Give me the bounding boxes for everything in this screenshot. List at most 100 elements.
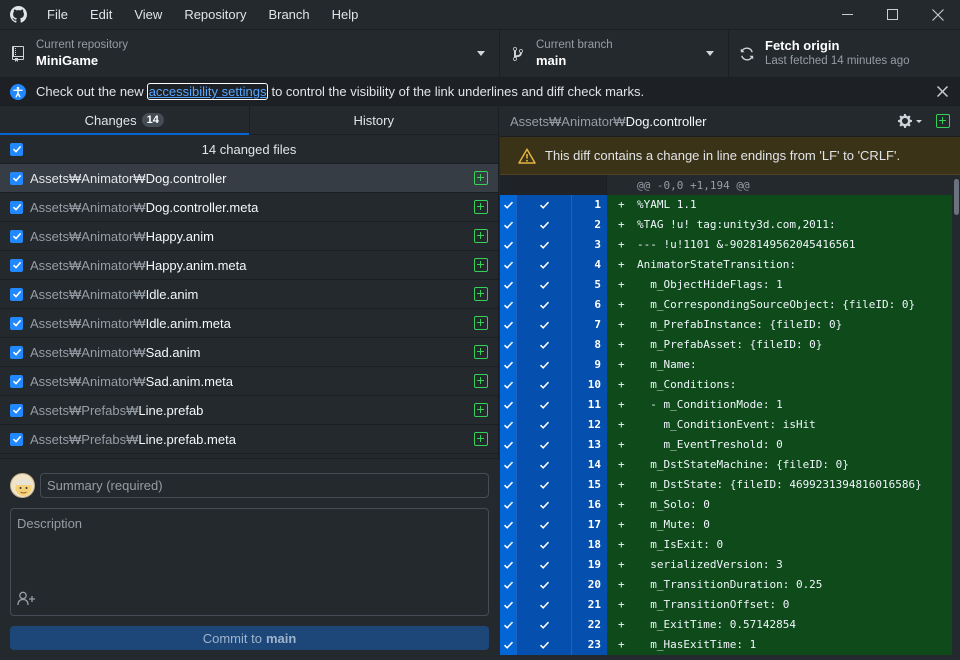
line-include-check[interactable] (516, 555, 571, 575)
menu-file[interactable]: File (36, 0, 79, 29)
line-include-check[interactable] (516, 295, 571, 315)
select-all-checkbox[interactable] (10, 142, 23, 156)
line-select-check[interactable] (500, 315, 516, 335)
line-include-check[interactable] (516, 475, 571, 495)
line-include-check[interactable] (516, 455, 571, 475)
line-select-check[interactable] (500, 455, 516, 475)
file-list-item[interactable]: Assets₩Animator₩Sad.anim.meta (0, 367, 498, 396)
line-include-check[interactable] (516, 315, 571, 335)
diff-line[interactable]: 12 + m_ConditionEvent: isHit (500, 415, 952, 435)
minimize-button[interactable] (825, 0, 870, 29)
line-select-check[interactable] (500, 435, 516, 455)
line-include-check[interactable] (516, 615, 571, 635)
commit-description-input[interactable]: Description (10, 508, 489, 616)
diff-line[interactable]: 17 + m_Mute: 0 (500, 515, 952, 535)
diff-line[interactable]: 10 + m_Conditions: (500, 375, 952, 395)
line-select-check[interactable] (500, 495, 516, 515)
line-include-check[interactable] (516, 215, 571, 235)
line-select-check[interactable] (500, 615, 516, 635)
diff-line[interactable]: 16 + m_Solo: 0 (500, 495, 952, 515)
diff-line[interactable]: 23 + m_HasExitTime: 1 (500, 635, 952, 655)
diff-scrollbar[interactable] (952, 175, 960, 660)
file-list-item[interactable]: Assets₩Prefabs₩Line.prefab.meta (0, 425, 498, 454)
file-list-item[interactable]: Assets₩Prefabs₩Line.prefab (0, 396, 498, 425)
scrollbar-thumb[interactable] (954, 179, 959, 215)
line-select-check[interactable] (500, 295, 516, 315)
line-include-check[interactable] (516, 435, 571, 455)
commit-summary-input[interactable]: Summary (required) (40, 473, 489, 498)
line-select-check[interactable] (500, 635, 516, 655)
line-include-check[interactable] (516, 635, 571, 655)
diff-line[interactable]: 20 + m_TransitionDuration: 0.25 (500, 575, 952, 595)
line-select-check[interactable] (500, 475, 516, 495)
line-select-check[interactable] (500, 575, 516, 595)
diff-line[interactable]: 7 + m_PrefabInstance: {fileID: 0} (500, 315, 952, 335)
file-include-checkbox[interactable] (10, 432, 23, 446)
line-select-check[interactable] (500, 555, 516, 575)
line-include-check[interactable] (516, 275, 571, 295)
diff-line[interactable]: 11 + - m_ConditionMode: 1 (500, 395, 952, 415)
file-include-checkbox[interactable] (10, 374, 23, 388)
dismiss-banner-button[interactable] (924, 86, 960, 97)
diff-settings-button[interactable] (898, 113, 924, 129)
diff-line[interactable]: 8 + m_PrefabAsset: {fileID: 0} (500, 335, 952, 355)
line-select-check[interactable] (500, 375, 516, 395)
line-include-check[interactable] (516, 415, 571, 435)
file-include-checkbox[interactable] (10, 287, 23, 301)
line-select-check[interactable] (500, 355, 516, 375)
file-list-item[interactable]: Assets₩Animator₩Happy.anim (0, 222, 498, 251)
line-select-check[interactable] (500, 235, 516, 255)
line-select-check[interactable] (500, 535, 516, 555)
file-list-item[interactable]: Assets₩Animator₩Happy.anim.meta (0, 251, 498, 280)
diff-line[interactable]: 4 + AnimatorStateTransition: (500, 255, 952, 275)
file-include-checkbox[interactable] (10, 345, 23, 359)
file-include-checkbox[interactable] (10, 316, 23, 330)
diff-line[interactable]: 13 + m_EventTreshold: 0 (500, 435, 952, 455)
fetch-origin-button[interactable]: Fetch origin Last fetched 14 minutes ago (729, 30, 960, 77)
line-include-check[interactable] (516, 335, 571, 355)
diff-line[interactable]: 1 + %YAML 1.1 (500, 195, 952, 215)
file-list-item[interactable]: Assets₩Animator₩Sad.anim (0, 338, 498, 367)
diff-line[interactable]: 19 + serializedVersion: 3 (500, 555, 952, 575)
file-include-checkbox[interactable] (10, 403, 23, 417)
file-list-item[interactable]: Assets₩Animator₩Dog.controller.meta (0, 193, 498, 222)
diff-line[interactable]: 22 + m_ExitTime: 0.57142854 (500, 615, 952, 635)
line-select-check[interactable] (500, 415, 516, 435)
commit-button[interactable]: Commit to main (10, 626, 489, 650)
diff-line[interactable]: 18 + m_IsExit: 0 (500, 535, 952, 555)
line-include-check[interactable] (516, 195, 571, 215)
tab-changes[interactable]: Changes 14 (0, 106, 249, 135)
current-repository-button[interactable]: Current repository MiniGame (0, 30, 500, 77)
line-include-check[interactable] (516, 575, 571, 595)
line-select-check[interactable] (500, 215, 516, 235)
add-coauthor-icon[interactable] (17, 591, 37, 609)
menu-repository[interactable]: Repository (173, 0, 257, 29)
menu-help[interactable]: Help (321, 0, 370, 29)
diff-line[interactable]: 5 + m_ObjectHideFlags: 1 (500, 275, 952, 295)
diff-line[interactable]: 2 + %TAG !u! tag:unity3d.com,2011: (500, 215, 952, 235)
file-list-item[interactable]: Assets₩Animator₩Idle.anim (0, 280, 498, 309)
file-include-checkbox[interactable] (10, 171, 23, 185)
current-branch-button[interactable]: Current branch main (500, 30, 729, 77)
line-select-check[interactable] (500, 515, 516, 535)
line-include-check[interactable] (516, 235, 571, 255)
line-select-check[interactable] (500, 595, 516, 615)
diff-line[interactable]: 14 + m_DstStateMachine: {fileID: 0} (500, 455, 952, 475)
diff-line[interactable]: 15 + m_DstState: {fileID: 469923139481601… (500, 475, 952, 495)
line-select-check[interactable] (500, 195, 516, 215)
file-include-checkbox[interactable] (10, 229, 23, 243)
line-select-check[interactable] (500, 255, 516, 275)
diff-line[interactable]: 3 + --- !u!1101 &-9028149562045416561 (500, 235, 952, 255)
menu-view[interactable]: View (123, 0, 173, 29)
line-select-check[interactable] (500, 395, 516, 415)
file-list-item[interactable]: Assets₩Animator₩Dog.controller (0, 164, 498, 193)
file-list-item[interactable]: Assets₩Animator₩Idle.anim.meta (0, 309, 498, 338)
line-include-check[interactable] (516, 355, 571, 375)
line-include-check[interactable] (516, 395, 571, 415)
line-include-check[interactable] (516, 595, 571, 615)
maximize-button[interactable] (870, 0, 915, 29)
menu-edit[interactable]: Edit (79, 0, 123, 29)
line-include-check[interactable] (516, 515, 571, 535)
line-select-check[interactable] (500, 275, 516, 295)
file-include-checkbox[interactable] (10, 258, 23, 272)
